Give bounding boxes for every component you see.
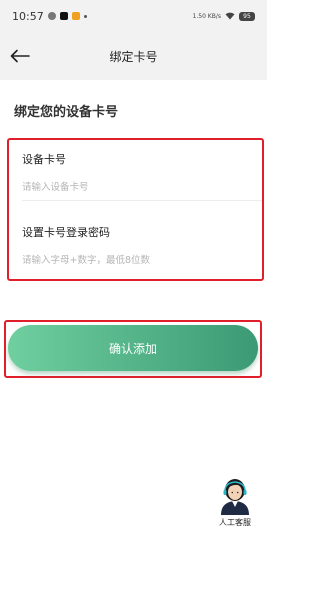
battery-icon: 95 [239,11,255,21]
card-number-divider [22,200,262,201]
app-icon [71,12,80,20]
nav-bar: 绑定卡号 [0,32,267,80]
battery-level: 95 [243,12,251,20]
dot-icon [83,14,87,18]
bind-card-form: 设备卡号 设置卡号登录密码 [7,138,264,281]
status-bar: 10:57 1.50 KB/s 95 [0,0,267,32]
wifi-icon [225,12,235,20]
notification-icon [47,12,56,20]
confirm-add-button[interactable]: 确认添加 [8,325,258,371]
network-speed: 1.50 KB/s [192,12,221,20]
card-number-input[interactable] [22,176,262,198]
customer-service-avatar-icon [221,479,249,515]
back-button[interactable] [8,44,32,68]
arrow-left-icon [10,49,30,63]
card-number-label: 设备卡号 [22,153,66,166]
password-label: 设置卡号登录密码 [22,226,110,239]
customer-service-label: 人工客服 [219,518,251,527]
customer-service-button[interactable]: 人工客服 [212,475,258,539]
status-left: 10:57 [12,10,87,23]
page-title: 绑定卡号 [109,49,158,64]
section-title: 绑定您的设备卡号 [14,105,119,120]
status-right: 1.50 KB/s 95 [192,11,255,21]
tiktok-icon [59,12,68,20]
status-time: 10:57 [12,9,44,23]
password-input[interactable] [22,249,262,271]
